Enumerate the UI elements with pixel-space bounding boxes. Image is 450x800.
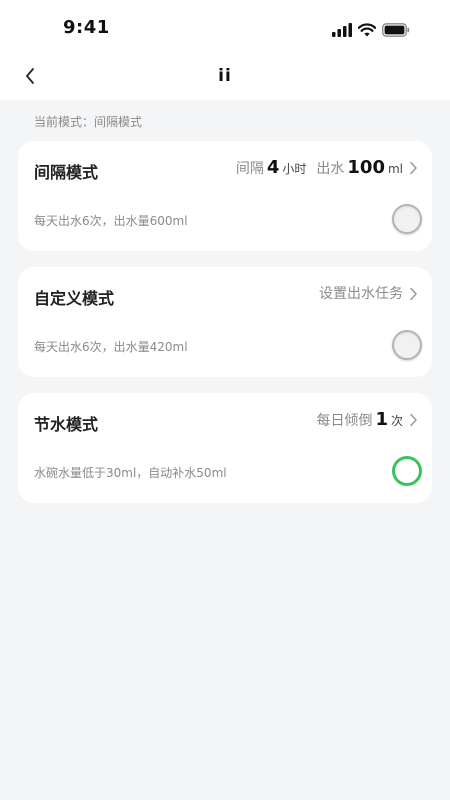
dump-unit: 次 (390, 414, 403, 428)
dump-settings-link[interactable]: 每日倾倒 1 次 (316, 409, 418, 431)
mode-radio-custom[interactable] (392, 330, 422, 360)
mode-description: 每天出水6次，出水量600ml (34, 214, 188, 228)
current-mode-label: 当前模式：间隔模式 (34, 115, 143, 129)
water-value: 100 (347, 157, 385, 178)
mode-card-interval[interactable]: 间隔模式 间隔 4 小时 出水 100 ml 每天出水6次，出水量600ml (18, 141, 432, 251)
dump-value: 1 (375, 409, 388, 430)
page-title: ii (218, 66, 232, 86)
interval-value: 4 (266, 157, 280, 178)
mode-radio-water-saving[interactable] (392, 456, 422, 486)
dump-label: 每日倾倒 (316, 413, 373, 429)
mode-title: 自定义模式 (34, 289, 115, 308)
water-unit: ml (387, 162, 403, 176)
mode-title: 节水模式 (34, 415, 99, 434)
status-time: 9:41 (63, 17, 110, 38)
chevron-right-icon (409, 161, 418, 175)
custom-task-text: 设置出水任务 (319, 286, 403, 302)
chevron-right-icon (409, 413, 418, 427)
wifi-icon (358, 23, 376, 37)
mode-card-water-saving[interactable]: 节水模式 每日倾倒 1 次 水碗水量低于30ml，自动补水50ml (18, 393, 432, 503)
screen: 9:41 ii 当前模式：间隔模式 间隔模式 间隔 4 小时 出水 100 ml… (0, 0, 450, 800)
header: 9:41 ii (0, 0, 450, 100)
mode-title: 间隔模式 (34, 163, 99, 182)
mode-radio-interval[interactable] (392, 204, 422, 234)
mode-description: 每天出水6次，出水量420ml (34, 340, 188, 354)
status-icons (332, 20, 410, 40)
battery-icon (382, 23, 410, 37)
interval-label: 间隔 (235, 161, 264, 177)
water-label: 出水 (316, 161, 345, 177)
custom-task-link[interactable]: 设置出水任务 (319, 283, 418, 305)
chevron-right-icon (409, 287, 418, 301)
interval-settings-link[interactable]: 间隔 4 小时 出水 100 ml (236, 157, 418, 179)
interval-unit: 小时 (282, 162, 307, 176)
mode-card-custom[interactable]: 自定义模式 设置出水任务 每天出水6次，出水量420ml (18, 267, 432, 377)
signal-icon (332, 23, 352, 37)
mode-description: 水碗水量低于30ml，自动补水50ml (34, 466, 227, 480)
